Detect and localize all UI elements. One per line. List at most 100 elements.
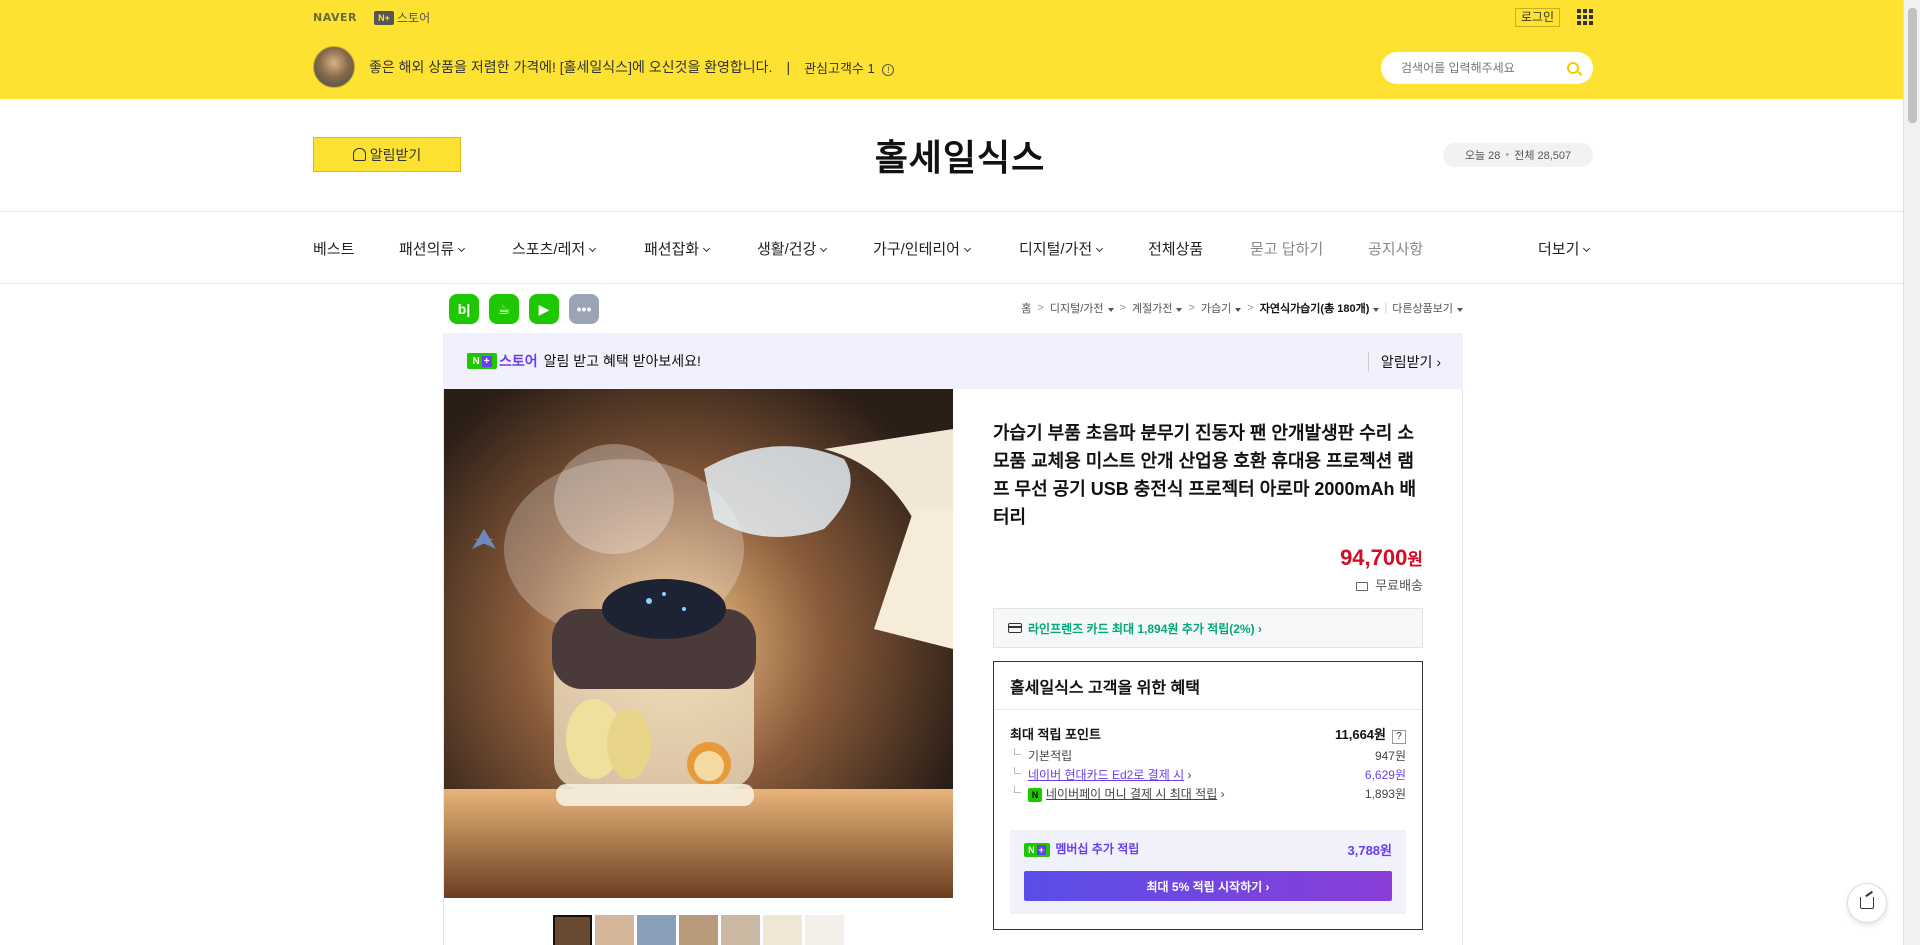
product-image[interactable]	[444, 389, 953, 898]
delivery-info: 무료배송	[993, 575, 1423, 594]
membership-start-button[interactable]: 최대 5% 적립 시작하기 ›	[1024, 871, 1392, 901]
nav-item-qna[interactable]: 묻고 답하기	[1250, 238, 1323, 259]
chevron-down-icon	[1583, 244, 1591, 253]
search-box	[1381, 52, 1593, 84]
visits-total: 전체 28,507	[1514, 150, 1572, 162]
welcome-bar: 좋은 해외 상품을 저렴한 가격에! [홀세일식스]에 오신것을 환영합니다. …	[0, 35, 1920, 99]
caret-down-icon	[1373, 308, 1380, 312]
thumbnail[interactable]	[595, 915, 634, 945]
thumbnail[interactable]	[721, 915, 760, 945]
search-icon[interactable]	[1567, 62, 1579, 74]
scrollbar[interactable]	[1903, 0, 1920, 945]
card-promo-banner[interactable]: 라인프렌즈 카드 최대 1,894원 추가 적립(2%) ›	[993, 608, 1423, 648]
thumbnail-strip	[553, 915, 847, 945]
chevron-down-icon	[1096, 244, 1104, 253]
product-title: 가습기 부품 초음파 분무기 진동자 팬 안개발생판 수리 소모품 교체용 미스…	[993, 423, 1417, 527]
more-share-button[interactable]: •••	[569, 294, 599, 324]
caret-down-icon	[1176, 308, 1183, 312]
category-nav: 베스트 패션의류 스포츠/레저 패션잡화 생활/건강 가구/인테리어 디지털/가…	[0, 212, 1920, 284]
interest-count: 1	[867, 60, 875, 76]
nav-item-notice[interactable]: 공지사항	[1368, 238, 1423, 259]
hyundai-card-row: 네이버 현대카드 Ed2로 결제 시 › 6,629원	[1010, 766, 1406, 783]
card-promo-text: 라인프렌즈 카드 최대 1,894원 추가 적립(2%) ›	[1028, 621, 1262, 636]
naver-logo[interactable]: NAVER	[313, 11, 357, 24]
hyundai-card-link[interactable]: 네이버 현대카드 Ed2로 결제 시	[1028, 768, 1184, 782]
membership-value: 3,788원	[1347, 843, 1393, 858]
chevron-down-icon	[458, 244, 466, 253]
store-avatar[interactable]	[313, 46, 355, 88]
interest-label: 관심고객수	[804, 60, 864, 76]
nav-item-best[interactable]: 베스트	[313, 238, 354, 259]
chevron-down-icon	[703, 244, 711, 253]
caret-down-icon	[1457, 308, 1463, 312]
breadcrumb-digital[interactable]: 디지털/가전	[1050, 300, 1114, 316]
top-bar: NAVER N+ 스토어 로그인	[0, 0, 1920, 35]
thumbnail[interactable]	[553, 915, 592, 945]
apps-grid-icon[interactable]	[1577, 9, 1593, 25]
benefit-title: 홀세일식스 고객을 위한 혜택	[994, 662, 1422, 710]
npay-link[interactable]: 네이버페이 머니 결제 시 최대 적립	[1046, 787, 1217, 801]
thumbnail[interactable]	[763, 915, 802, 945]
nplus-icon: N+	[467, 353, 497, 369]
product-info: 가습기 부품 초음파 분무기 진동자 팬 안개발생판 수리 소모품 교체용 미스…	[993, 419, 1423, 930]
thumbnail[interactable]	[805, 915, 844, 945]
notice-alarm-link[interactable]: 알림받기 ›	[1367, 352, 1441, 372]
breadcrumb: 홈 > 디지털/가전 > 계절가전 > 가습기 > 자연식가습기(총 180개)…	[1021, 300, 1463, 316]
nplus-store-label: 스토어	[396, 11, 431, 25]
blog-share-button[interactable]: b|	[449, 294, 479, 324]
thumbnail[interactable]	[679, 915, 718, 945]
chevron-down-icon	[963, 244, 972, 253]
nplus-icon: N+	[1024, 843, 1050, 857]
membership-label: 멤버십 추가 적립	[1055, 842, 1140, 856]
nav-item-fashion-clothing[interactable]: 패션의류	[399, 238, 466, 259]
breadcrumb-current[interactable]: 자연식가습기(총 180개)	[1260, 300, 1380, 316]
store-title[interactable]: 홀세일식스	[0, 129, 1920, 181]
nav-item-living-health[interactable]: 생활/건강	[757, 238, 828, 259]
notice-banner: N + 스토어 알림 받고 혜택 받아보세요! 알림받기 ›	[443, 333, 1463, 389]
product-price: 94,700원	[1340, 545, 1423, 570]
share-float-button[interactable]	[1847, 883, 1887, 923]
thumbnail[interactable]	[637, 915, 676, 945]
nav-item-more[interactable]: 더보기	[1538, 238, 1591, 259]
visit-counter: 오늘 28 • 전체 28,507	[1443, 143, 1593, 167]
welcome-separator: |	[786, 59, 791, 75]
bookmark-share-button[interactable]: ▶	[529, 294, 559, 324]
help-icon[interactable]: ?	[1392, 730, 1406, 744]
visits-today: 오늘 28	[1464, 150, 1501, 162]
cafe-share-button[interactable]: ☕	[489, 294, 519, 324]
search-input[interactable]	[1401, 61, 1561, 75]
breadcrumb-other-products[interactable]: 다른상품보기	[1392, 300, 1463, 316]
npay-row: N 네이버페이 머니 결제 시 최대 적립 › 1,893원	[1010, 785, 1406, 802]
nav-item-fashion-goods[interactable]: 패션잡화	[644, 238, 711, 259]
interest-customers[interactable]: 관심고객수 1 !	[804, 58, 895, 77]
benefit-panel: 홀세일식스 고객을 위한 혜택 최대 적립 포인트 11,664원? 기본적립 …	[993, 661, 1423, 930]
truck-icon	[1355, 582, 1368, 591]
nav-item-sports-leisure[interactable]: 스포츠/레저	[512, 238, 597, 259]
scrollbar-thumb[interactable]	[1908, 8, 1917, 123]
breadcrumb-seasonal[interactable]: 계절가전	[1132, 300, 1183, 316]
notice-text: 알림 받고 혜택 받아보세요!	[543, 353, 701, 369]
nav-item-all-products[interactable]: 전체상품	[1148, 238, 1203, 259]
breadcrumb-home[interactable]: 홈	[1021, 300, 1031, 316]
chevron-down-icon	[589, 244, 597, 253]
notice-store-label: 스토어	[499, 353, 538, 369]
breadcrumb-humidifier[interactable]: 가습기	[1201, 300, 1242, 316]
login-button[interactable]: 로그인	[1514, 8, 1560, 27]
basic-points-row: 기본적립 947원	[1010, 747, 1406, 764]
nav-item-digital-appliance[interactable]: 디지털/가전	[1019, 238, 1104, 259]
info-icon[interactable]: !	[882, 63, 895, 76]
credit-card-icon	[1008, 623, 1022, 633]
caret-down-icon	[1235, 308, 1242, 312]
product-section: 가습기 부품 초음파 분무기 진동자 팬 안개발생판 수리 소모품 교체용 미스…	[443, 389, 1463, 945]
caret-down-icon	[1107, 308, 1114, 312]
npay-icon: N	[1028, 788, 1042, 802]
share-buttons: b| ☕ ▶ •••	[449, 294, 609, 324]
share-icon	[1860, 897, 1874, 909]
humidifier-photo	[444, 389, 953, 898]
nplus-store-link[interactable]: N+ 스토어	[373, 9, 431, 26]
chevron-down-icon	[820, 244, 828, 253]
membership-box: N + 멤버십 추가 적립 3,788원 최대 5% 적립 시작하기 ›	[1010, 830, 1406, 914]
welcome-message: 좋은 해외 상품을 저렴한 가격에! [홀세일식스]에 오신것을 환영합니다.	[369, 59, 773, 75]
max-points-row: 최대 적립 포인트 11,664원?	[1010, 724, 1406, 744]
nav-item-furniture-interior[interactable]: 가구/인테리어	[873, 238, 972, 259]
